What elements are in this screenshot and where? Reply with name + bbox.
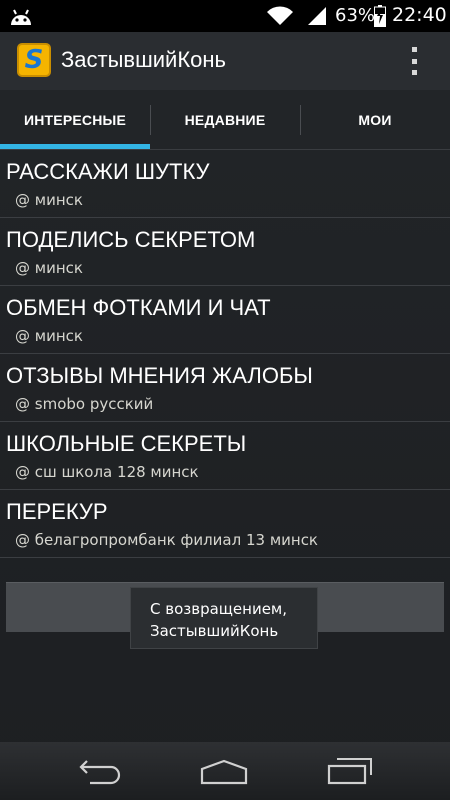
back-icon[interactable] <box>78 759 122 785</box>
overflow-menu-icon[interactable] <box>406 44 422 78</box>
topic-title: ОБМЕН ФОТКАМИ И ЧАТ <box>6 295 271 320</box>
android-icon <box>11 9 31 25</box>
navigation-bar <box>0 742 450 800</box>
toast-line-1: С возвращением, <box>150 600 288 618</box>
topic-location: @ минск <box>15 327 83 345</box>
signal-icon <box>308 7 326 25</box>
toast-line-2: ЗастывшийКонь <box>150 622 279 640</box>
topic-title: ПОДЕЛИСЬ СЕКРЕТОМ <box>6 227 256 252</box>
battery-percentage: 63% <box>335 5 376 26</box>
screen: 63% 22:40 S ЗастывшийКонь ИНТЕРЕСНЫЕ НЕД… <box>0 0 450 800</box>
list-item[interactable]: ПЕРЕКУР @ белагропромбанк филиал 13 минс… <box>0 490 450 558</box>
tab-interesting[interactable]: ИНТЕРЕСНЫЕ <box>0 90 150 149</box>
topic-title: ШКОЛЬНЫЕ СЕКРЕТЫ <box>6 431 247 456</box>
topic-title: ПЕРЕКУР <box>6 499 108 524</box>
tab-mine[interactable]: МОИ <box>300 90 450 149</box>
app-title: ЗастывшийКонь <box>61 47 226 72</box>
topic-title: РАССКАЖИ ШУТКУ <box>6 159 210 184</box>
home-icon[interactable] <box>200 759 248 785</box>
topic-location: @ smobo русский <box>15 395 154 413</box>
list-item[interactable]: РАССКАЖИ ШУТКУ @ минск <box>0 150 450 218</box>
topic-title: ОТЗЫВЫ МНЕНИЯ ЖАЛОБЫ <box>6 363 313 388</box>
battery-charging-icon <box>374 5 386 27</box>
topic-list: РАССКАЖИ ШУТКУ @ минск ПОДЕЛИСЬ СЕКРЕТОМ… <box>0 150 450 558</box>
action-bar: S ЗастывшийКонь <box>0 32 450 90</box>
tab-bar: ИНТЕРЕСНЫЕ НЕДАВНИЕ МОИ <box>0 90 450 150</box>
list-item[interactable]: ШКОЛЬНЫЕ СЕКРЕТЫ @ сш школа 128 минск <box>0 422 450 490</box>
topic-location: @ сш школа 128 минск <box>15 463 199 481</box>
topic-location: @ минск <box>15 259 83 277</box>
topic-location: @ белагропромбанк филиал 13 минск <box>15 531 318 549</box>
recents-icon[interactable] <box>327 757 373 785</box>
topic-location: @ минск <box>15 191 83 209</box>
list-item[interactable]: ОБМЕН ФОТКАМИ И ЧАТ @ минск <box>0 286 450 354</box>
list-item[interactable]: ОТЗЫВЫ МНЕНИЯ ЖАЛОБЫ @ smobo русский <box>0 354 450 422</box>
tab-recent[interactable]: НЕДАВНИЕ <box>150 90 300 149</box>
welcome-toast: С возвращением, ЗастывшийКонь <box>130 587 318 649</box>
list-item[interactable]: ПОДЕЛИСЬ СЕКРЕТОМ @ минск <box>0 218 450 286</box>
wifi-icon <box>267 6 293 26</box>
clock: 22:40 <box>392 4 447 26</box>
status-bar: 63% 22:40 <box>0 0 450 32</box>
app-logo-icon[interactable]: S <box>17 43 51 77</box>
app-logo-letter: S <box>24 45 44 75</box>
